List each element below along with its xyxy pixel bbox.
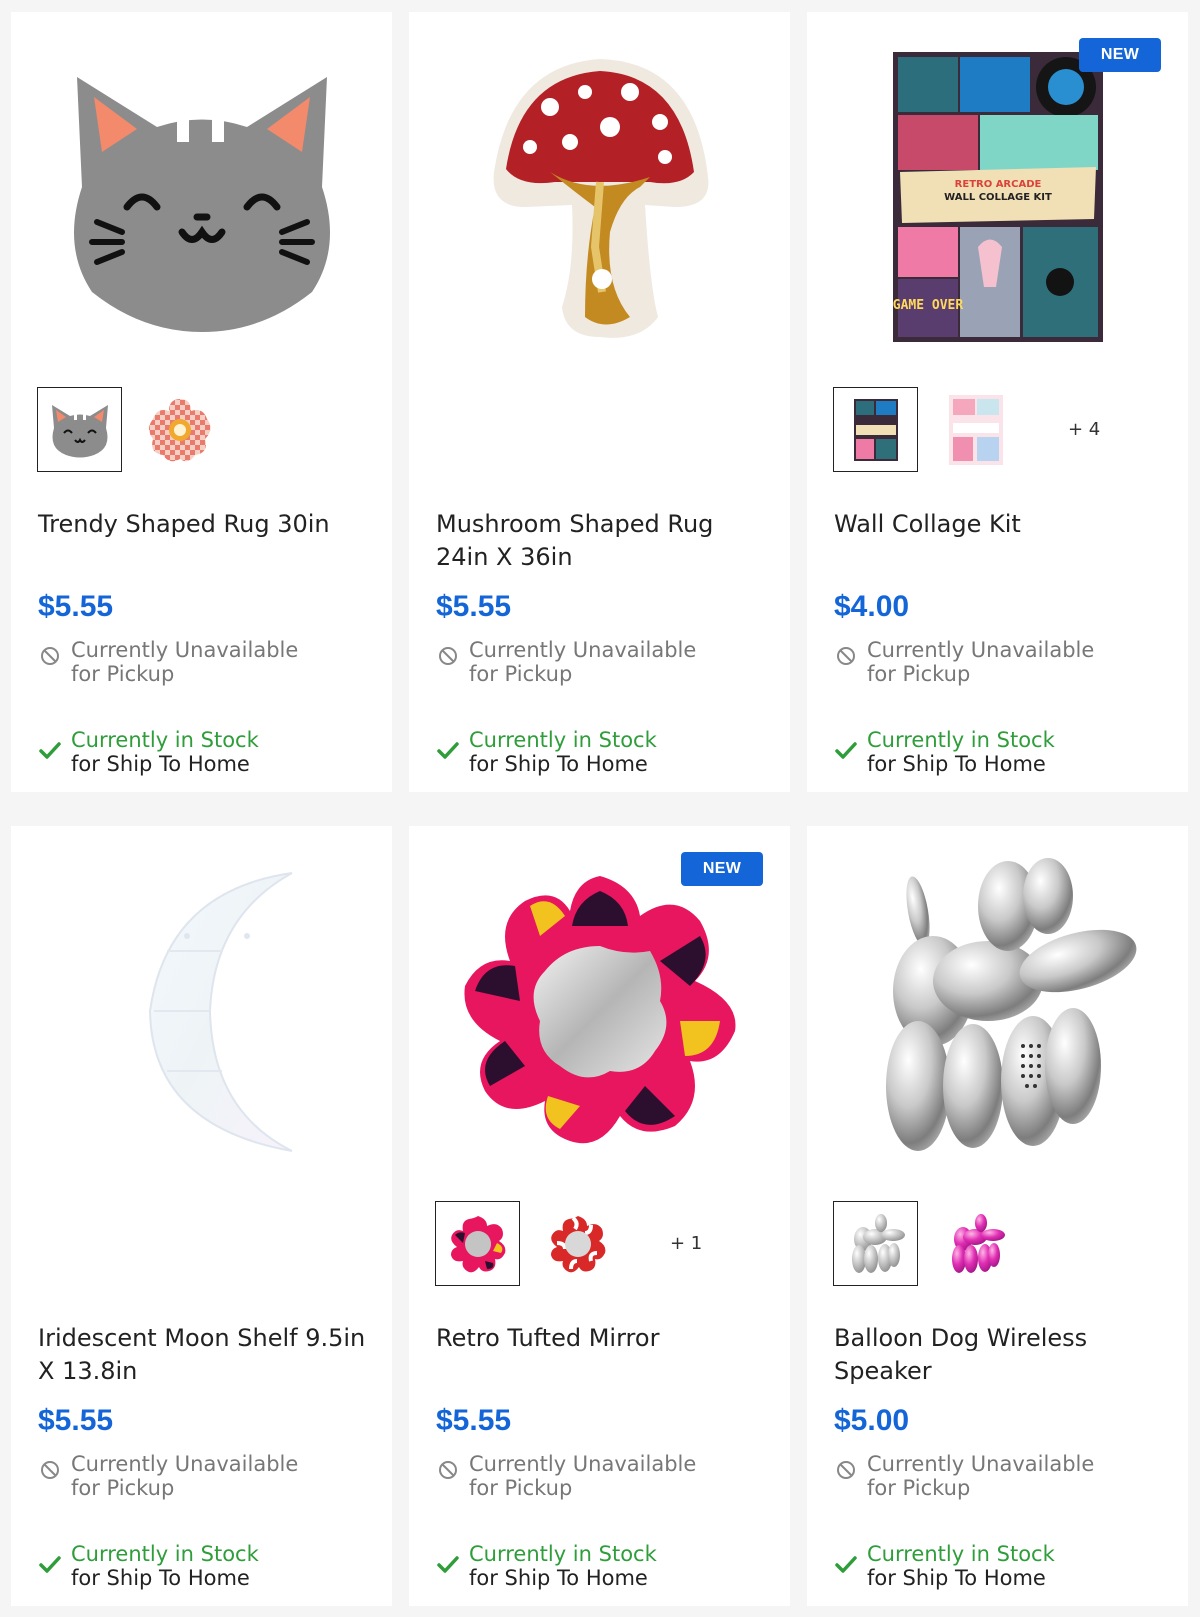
swatch-retro-arcade-kit[interactable] (833, 387, 918, 472)
pickup-status-line1: Currently Unavailable (867, 638, 1095, 662)
balloon-dog-speaker-image (885, 858, 1136, 1151)
unavailable-circle-slash-icon (439, 647, 457, 665)
ship-status: Currently in Stock for Ship To Home (38, 1542, 259, 1590)
ship-status-line1: Currently in Stock (469, 728, 657, 752)
color-swatches: + 4 (833, 387, 1100, 472)
product-title[interactable]: Retro Tufted Mirror (436, 1322, 766, 1355)
product-title[interactable]: Trendy Shaped Rug 30in (38, 508, 368, 541)
pickup-status-line2: for Pickup (71, 662, 175, 686)
product-card[interactable]: NEW + 1 Retro Tufted Mirror $5.55 Curren… (409, 826, 790, 1606)
ship-status: Currently in Stock for Ship To Home (436, 728, 657, 776)
swatch-multicolor-mirror[interactable] (435, 1201, 520, 1286)
ship-status-line1: Currently in Stock (867, 728, 1055, 752)
color-swatches (833, 1201, 1033, 1286)
pickup-status-line2: for Pickup (469, 1476, 573, 1500)
swatch-pink-dog[interactable] (933, 1201, 1018, 1286)
color-swatches: + 1 (435, 1201, 702, 1286)
ship-status-line1: Currently in Stock (71, 1542, 259, 1566)
product-price: $4.00 (834, 590, 910, 623)
swatch-red-white-mirror[interactable] (535, 1201, 620, 1286)
ship-status-line2: for Ship To Home (867, 1566, 1046, 1590)
checkmark-icon (437, 1556, 459, 1573)
swatch-checker-flower-rug[interactable] (137, 387, 222, 472)
color-swatches (37, 387, 237, 472)
product-title[interactable]: Iridescent Moon Shelf 9.5in X 13.8in (38, 1322, 368, 1388)
unavailable-circle-slash-icon (837, 647, 855, 665)
new-badge: NEW (1079, 38, 1161, 72)
more-swatches-count[interactable]: + 4 (1068, 419, 1100, 440)
checkmark-icon (835, 742, 857, 759)
pickup-status: Currently Unavailable for Pickup (834, 638, 1094, 686)
checkmark-icon (39, 742, 61, 759)
unavailable-circle-slash-icon (837, 1461, 855, 1479)
new-badge: NEW (681, 852, 763, 886)
cat-rug-image (73, 77, 330, 332)
pickup-status: Currently Unavailable for Pickup (436, 1452, 696, 1500)
kit-logo-line1: RETRO ARCADE (954, 179, 1041, 190)
product-price: $5.55 (38, 590, 114, 623)
swatch-silver-dog[interactable] (833, 1201, 918, 1286)
pickup-status-line2: for Pickup (867, 1476, 971, 1500)
pickup-status: Currently Unavailable for Pickup (436, 638, 696, 686)
checkmark-icon (835, 1556, 857, 1573)
ship-status-line2: for Ship To Home (469, 1566, 648, 1590)
pickup-status: Currently Unavailable for Pickup (38, 1452, 298, 1500)
product-image[interactable] (807, 826, 1188, 1196)
ship-status: Currently in Stock for Ship To Home (436, 1542, 657, 1590)
product-card[interactable]: Balloon Dog Wireless Speaker $5.00 Curre… (807, 826, 1188, 1606)
unavailable-circle-slash-icon (439, 1461, 457, 1479)
pickup-status-line1: Currently Unavailable (71, 1452, 299, 1476)
product-title[interactable]: Balloon Dog Wireless Speaker (834, 1322, 1164, 1388)
mushroom-rug-image (493, 59, 708, 338)
pickup-status-line1: Currently Unavailable (469, 1452, 697, 1476)
pickup-status-line1: Currently Unavailable (867, 1452, 1095, 1476)
moon-shelf-image (148, 872, 292, 1152)
pickup-status-line2: for Pickup (71, 1476, 175, 1500)
product-price: $5.55 (436, 1404, 512, 1437)
checkmark-icon (437, 742, 459, 759)
product-title[interactable]: Wall Collage Kit (834, 508, 1164, 541)
unavailable-circle-slash-icon (41, 1461, 59, 1479)
pickup-status-line1: Currently Unavailable (71, 638, 299, 662)
pickup-status-line2: for Pickup (469, 662, 573, 686)
product-card[interactable]: Mushroom Shaped Rug 24in X 36in $5.55 Cu… (409, 12, 790, 792)
ship-status-line1: Currently in Stock (867, 1542, 1055, 1566)
pickup-status-line1: Currently Unavailable (469, 638, 697, 662)
pickup-status-line2: for Pickup (867, 662, 971, 686)
kit-logo-line2: WALL COLLAGE KIT (944, 192, 1052, 203)
ship-status: Currently in Stock for Ship To Home (38, 728, 259, 776)
checkmark-icon (39, 1556, 61, 1573)
swatch-cat-rug[interactable] (37, 387, 122, 472)
product-title[interactable]: Mushroom Shaped Rug 24in X 36in (436, 508, 766, 574)
product-card[interactable]: RETRO ARCADE WALL COLLAGE KIT GAME OVER … (807, 12, 1188, 792)
product-card[interactable]: Trendy Shaped Rug 30in $5.55 Currently U… (11, 12, 392, 792)
wall-collage-kit-image: RETRO ARCADE WALL COLLAGE KIT GAME OVER (892, 52, 1103, 342)
product-grid: Trendy Shaped Rug 30in $5.55 Currently U… (11, 12, 1189, 1606)
product-image[interactable] (409, 12, 790, 382)
product-image[interactable] (11, 826, 392, 1196)
ship-status-line2: for Ship To Home (71, 752, 250, 776)
ship-status-line2: for Ship To Home (469, 752, 648, 776)
ship-status-line1: Currently in Stock (469, 1542, 657, 1566)
ship-status-line2: for Ship To Home (867, 752, 1046, 776)
pickup-status: Currently Unavailable for Pickup (834, 1452, 1094, 1500)
ship-status: Currently in Stock for Ship To Home (834, 1542, 1055, 1590)
product-price: $5.00 (834, 1404, 910, 1437)
unavailable-circle-slash-icon (41, 647, 59, 665)
tufted-mirror-image (463, 876, 735, 1144)
product-card[interactable]: Iridescent Moon Shelf 9.5in X 13.8in $5.… (11, 826, 392, 1606)
product-image[interactable] (11, 12, 392, 382)
pickup-status: Currently Unavailable for Pickup (38, 638, 298, 686)
swatch-pink-collage-kit[interactable] (933, 387, 1018, 472)
product-price: $5.55 (436, 590, 512, 623)
more-swatches-count[interactable]: + 1 (670, 1233, 702, 1254)
ship-status-line1: Currently in Stock (71, 728, 259, 752)
ship-status: Currently in Stock for Ship To Home (834, 728, 1055, 776)
game-over-lettering: GAME OVER (892, 298, 963, 313)
ship-status-line2: for Ship To Home (71, 1566, 250, 1590)
product-price: $5.55 (38, 1404, 114, 1437)
